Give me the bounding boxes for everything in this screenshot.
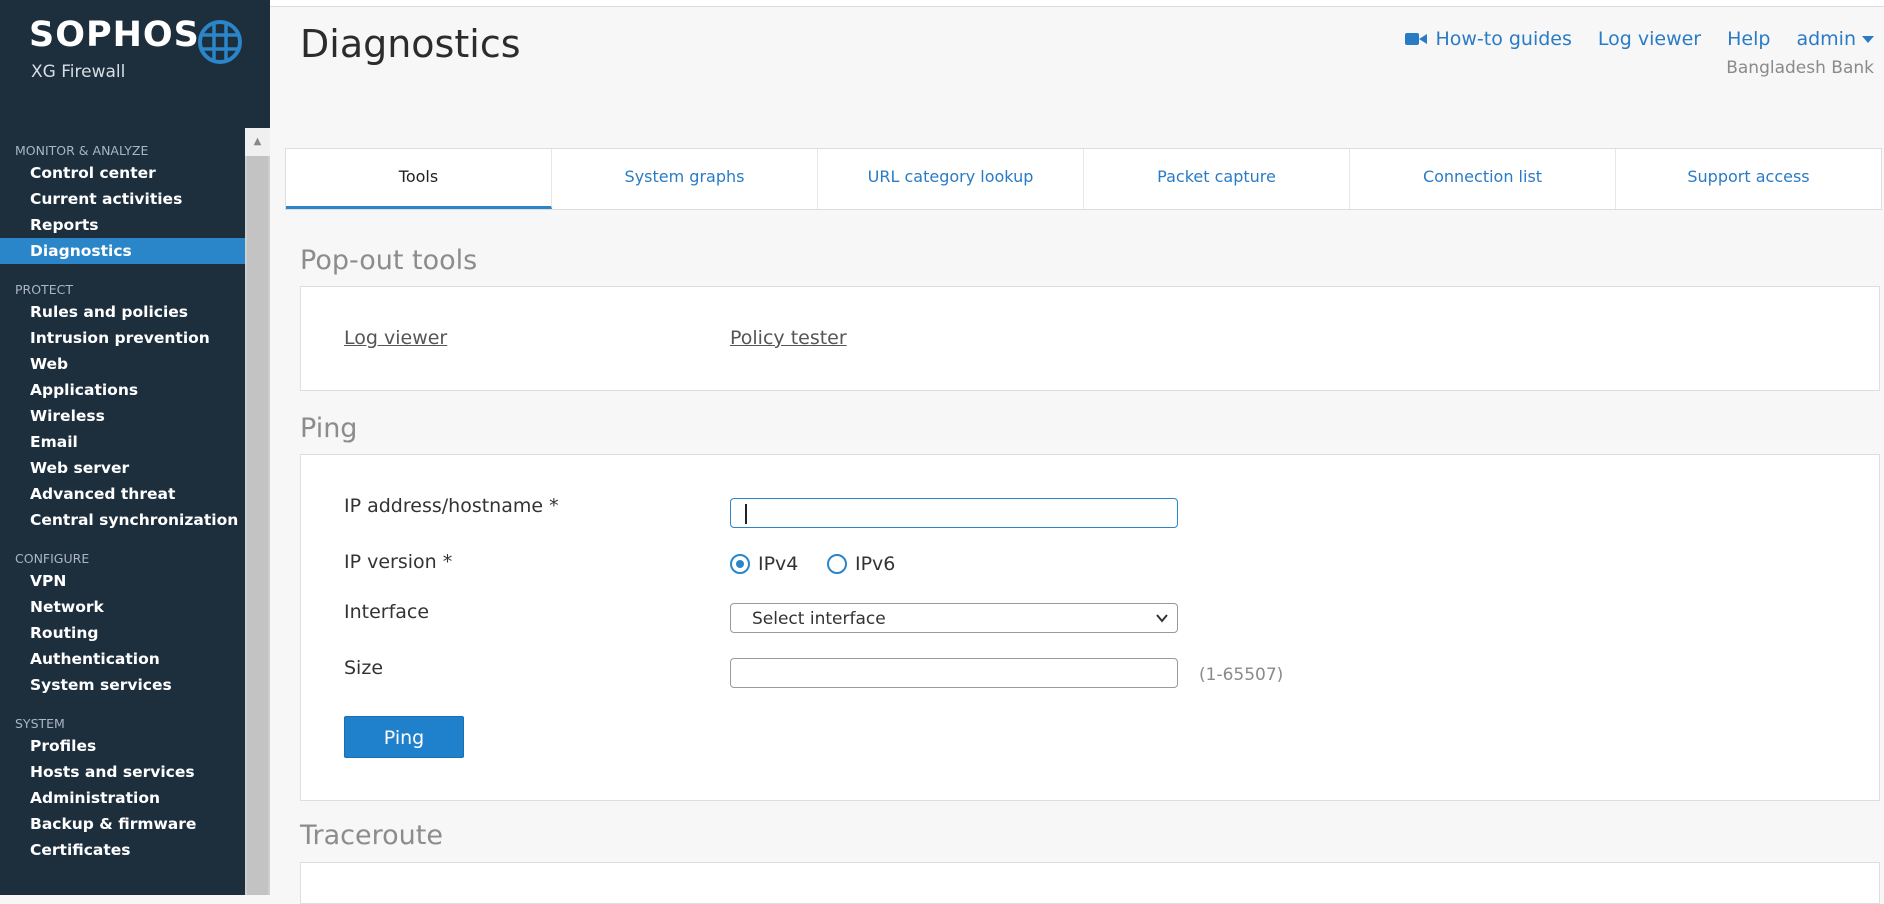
interface-label: Interface [344,601,430,623]
sidebar-item-advanced-threat[interactable]: Advanced threat [0,481,245,507]
text-cursor [745,504,747,524]
scrollbar-thumb[interactable] [247,156,268,895]
sidebar-item-administration[interactable]: Administration [0,785,245,811]
ping-panel: IP address/hostname * IP version * IPv4 … [300,454,1880,801]
tab-url-category-lookup[interactable]: URL category lookup [818,149,1084,209]
help-link[interactable]: Help [1727,28,1770,50]
sidebar-item-rules-and-policies[interactable]: Rules and policies [0,299,245,325]
sidebar-item-control-center[interactable]: Control center [0,160,245,186]
howto-guides-link[interactable]: How-to guides [1405,28,1572,50]
tab-bar: Tools System graphs URL category lookup … [285,148,1882,210]
sidebar-item-central-synchronization[interactable]: Central synchronization [0,507,245,533]
sidebar-item-certificates[interactable]: Certificates [0,837,245,863]
brand-name: SOPHOS [29,15,200,55]
video-camera-icon [1405,33,1428,45]
sidebar-item-web-server[interactable]: Web server [0,455,245,481]
sidebar-item-web[interactable]: Web [0,351,245,377]
sidebar: SOPHOS XG Firewall MONITOR & ANALYZE Con… [0,0,270,895]
nav-header-system: SYSTEM [15,716,65,731]
caret-down-icon [1862,35,1874,43]
sidebar-item-reports[interactable]: Reports [0,212,245,238]
sidebar-item-current-activities[interactable]: Current activities [0,186,245,212]
nav-header-configure: CONFIGURE [15,551,90,566]
sidebar-nav: MONITOR & ANALYZE Control center Current… [0,128,245,895]
brand: SOPHOS XG Firewall [29,15,200,83]
sidebar-item-email[interactable]: Email [0,429,245,455]
interface-select-value: Select interface [752,609,886,629]
sidebar-item-vpn[interactable]: VPN [0,568,245,594]
sidebar-item-intrusion-prevention[interactable]: Intrusion prevention [0,325,245,351]
sidebar-item-applications[interactable]: Applications [0,377,245,403]
tab-tools[interactable]: Tools [286,149,552,209]
sophos-globe-icon [198,20,242,64]
tab-connection-list[interactable]: Connection list [1350,149,1616,209]
sidebar-item-network[interactable]: Network [0,594,245,620]
ipv4-radio[interactable]: IPv4 [730,553,798,575]
ipv6-radio[interactable]: IPv6 [827,553,895,575]
radio-checked-icon [730,554,750,574]
page-title: Diagnostics [300,22,521,66]
ip-address-label: IP address/hostname * [344,495,559,517]
nav-header-monitor: MONITOR & ANALYZE [15,143,149,158]
sidebar-item-diagnostics[interactable]: Diagnostics [0,238,245,264]
scroll-up-arrow-icon[interactable]: ▲ [245,128,270,156]
top-links: How-to guides Log viewer Help admin [1405,28,1874,50]
tab-packet-capture[interactable]: Packet capture [1084,149,1350,209]
sidebar-item-system-services[interactable]: System services [0,672,245,698]
sidebar-scrollbar[interactable]: ▲ [245,128,270,895]
top-border [0,0,1884,7]
traceroute-section-title: Traceroute [300,820,443,851]
brand-product: XG Firewall [31,62,126,82]
popout-log-viewer-link[interactable]: Log viewer [344,327,447,349]
sidebar-item-backup-firmware[interactable]: Backup & firmware [0,811,245,837]
size-label: Size [344,657,384,679]
ping-button[interactable]: Ping [344,716,464,758]
tab-system-graphs[interactable]: System graphs [552,149,818,209]
nav-header-protect: PROTECT [15,282,73,297]
traceroute-panel [300,862,1880,904]
ping-section-title: Ping [300,413,358,444]
admin-menu[interactable]: admin [1796,28,1874,50]
log-viewer-link[interactable]: Log viewer [1598,28,1701,50]
ip-version-label: IP version * [344,551,453,573]
ipv4-label: IPv4 [758,553,799,575]
popout-section-title: Pop-out tools [300,245,478,276]
popout-panel: Log viewer Policy tester [300,286,1880,391]
tab-support-access[interactable]: Support access [1616,149,1881,209]
size-input[interactable] [730,658,1178,688]
organization-name: Bangladesh Bank [1726,58,1874,78]
sidebar-item-hosts-and-services[interactable]: Hosts and services [0,759,245,785]
sidebar-item-wireless[interactable]: Wireless [0,403,245,429]
ip-address-input[interactable] [730,498,1178,528]
sidebar-item-routing[interactable]: Routing [0,620,245,646]
popout-policy-tester-link[interactable]: Policy tester [730,327,847,349]
interface-select[interactable]: Select interface [730,603,1178,633]
ipv6-label: IPv6 [855,553,896,575]
size-range-hint: (1-65507) [1199,665,1284,685]
admin-label: admin [1796,28,1856,50]
sidebar-item-profiles[interactable]: Profiles [0,733,245,759]
sidebar-item-authentication[interactable]: Authentication [0,646,245,672]
howto-guides-label: How-to guides [1435,28,1572,50]
chevron-down-icon [1156,614,1168,623]
radio-unchecked-icon [827,554,847,574]
